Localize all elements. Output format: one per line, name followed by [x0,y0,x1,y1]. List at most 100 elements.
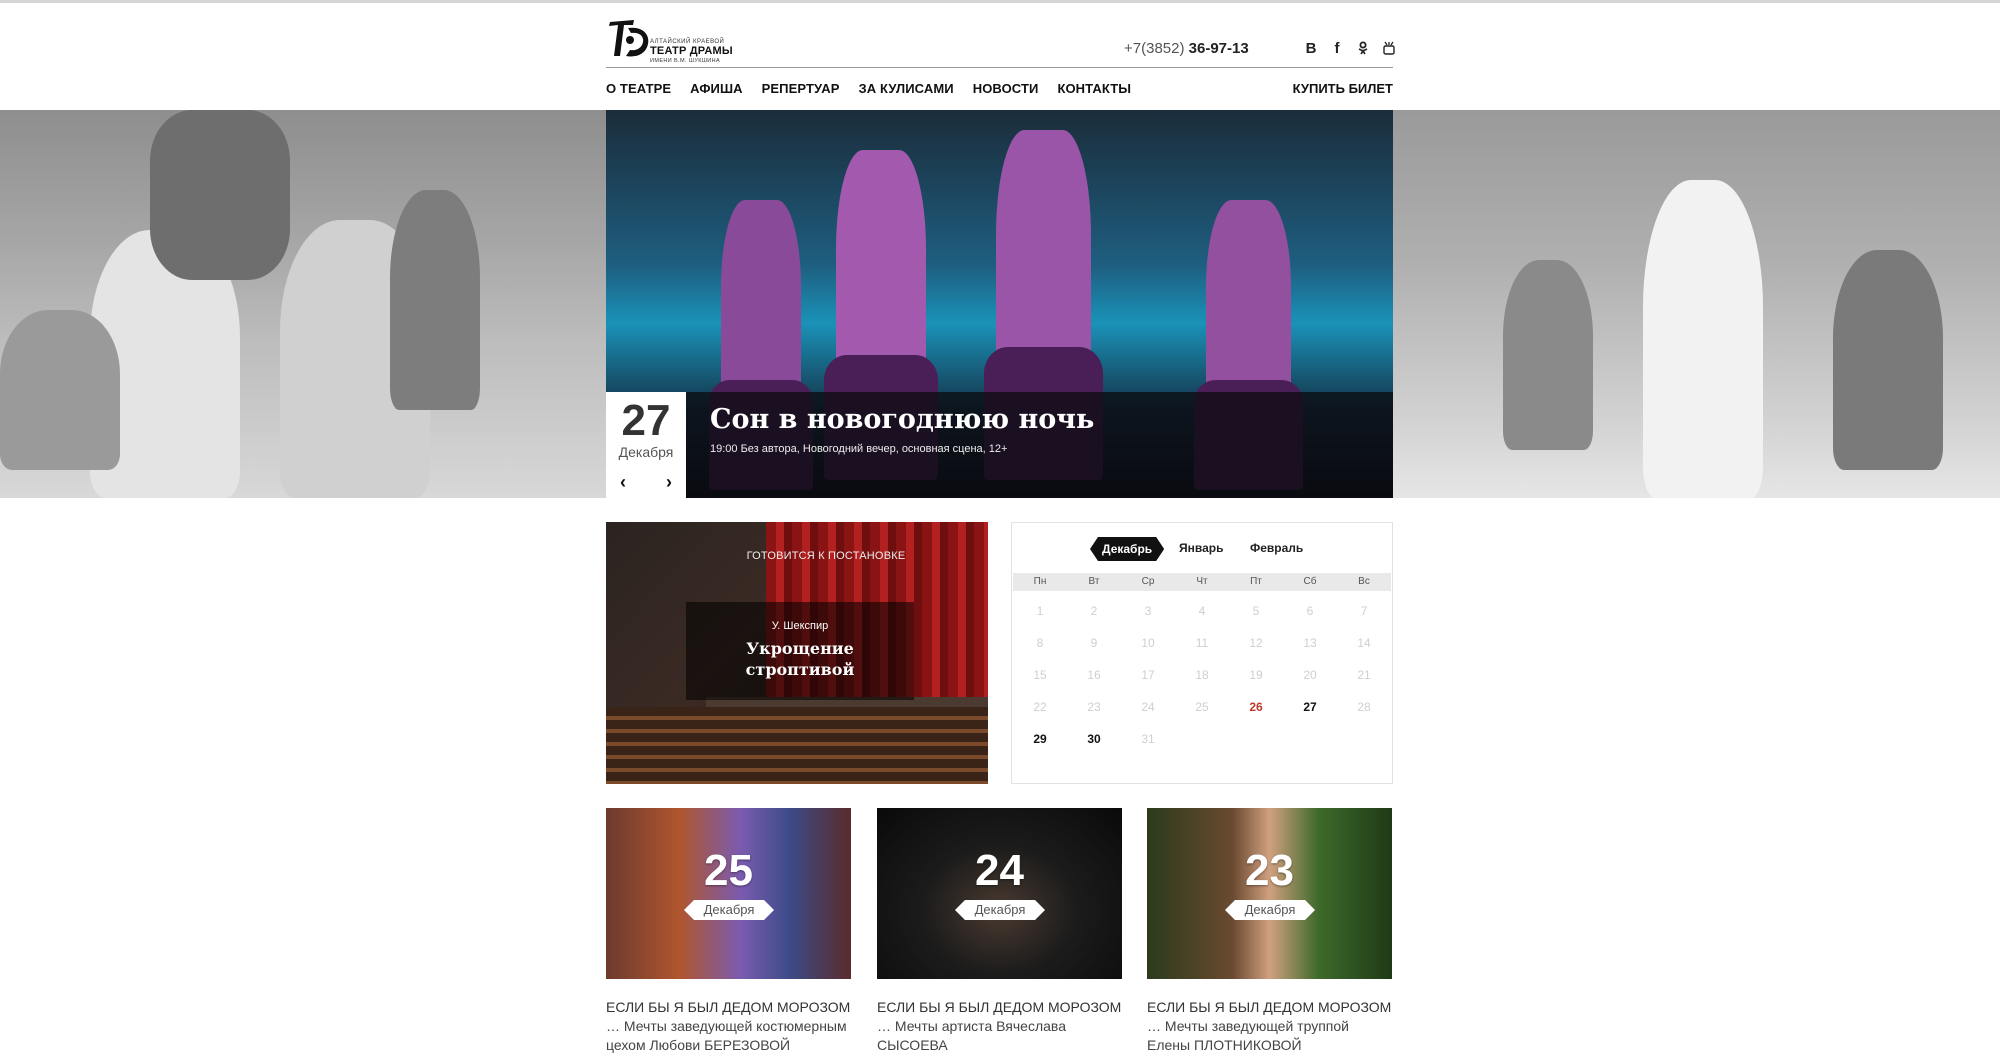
news-card[interactable]: 25 Декабря ЕСЛИ БЫ Я БЫЛ ДЕДОМ МОРОЗОМ …… [606,808,851,1063]
upcoming-production-card[interactable]: ГОТОВИТСЯ К ПОСТАНОВКЕ У. Шекспир Укроще… [606,522,988,784]
calendar-day: 28 [1357,700,1371,714]
nav-item-about[interactable]: О ТЕАТРЕ [606,81,671,103]
upcoming-author: У. Шекспир [771,620,829,632]
calendar-day[interactable]: 30 [1067,723,1121,755]
tab-december[interactable]: Декабрь [1090,537,1164,561]
hero-arrows: ‹ › [620,472,672,493]
calendar-day: 21 [1357,668,1371,682]
weekday: Вс [1358,576,1370,587]
news-card[interactable]: 24 Декабря ЕСЛИ БЫ Я БЫЛ ДЕДОМ МОРОЗОМ …… [877,808,1122,1063]
calendar-day: 4 [1198,604,1206,618]
news-headline[interactable]: ЕСЛИ БЫ Я БЫЛ ДЕДОМ МОРОЗОМ [606,998,851,1017]
nav-item-repertoire[interactable]: РЕПЕРТУАР [762,81,840,103]
upcoming-label: ГОТОВИТСЯ К ПОСТАНОВКЕ [746,550,906,562]
calendar-day: 16 [1087,668,1101,682]
calendar-day: 31 [1141,732,1155,746]
seats-image [606,707,988,784]
calendar-day: 8 [1036,636,1044,650]
facebook-icon[interactable]: f [1331,40,1343,57]
news-headline[interactable]: ЕСЛИ БЫ Я БЫЛ ДЕДОМ МОРОЗОМ [877,998,1122,1017]
upcoming-panel: У. Шекспир Укрощение строптивой [686,602,914,700]
calendar-day: 10 [1141,636,1155,650]
youtube-icon[interactable] [1383,41,1395,55]
news-image: 25 Декабря [606,808,851,979]
calendar-day: 12 [1249,636,1263,650]
news-card[interactable]: 23 Декабря ЕСЛИ БЫ Я БЫЛ ДЕДОМ МОРОЗОМ …… [1147,808,1392,1063]
weekday: Чт [1196,576,1208,587]
calendar-day: 14 [1357,636,1371,650]
logo-title: ТЕАТР ДРАМЫ [650,45,733,57]
news-month: Декабря [955,900,1045,920]
calendar-day: 6 [1306,604,1314,618]
nav-item-contacts[interactable]: КОНТАКТЫ [1057,81,1131,103]
hero-slider: 27 Декабря ‹ › Сон в новогоднюю ночь 19:… [0,110,2000,498]
news-month: Декабря [1225,900,1315,920]
nav-item-backstage[interactable]: ЗА КУЛИСАМИ [859,81,954,103]
news-month: Декабря [684,900,774,920]
odnoklassniki-icon[interactable] [1357,41,1369,55]
calendar-day: 2 [1090,604,1098,618]
news-body: … Мечты заведующей костюмерным цехом Люб… [606,1018,847,1053]
play-title-line-2: строптивой [745,660,855,679]
calendar-day: 13 [1303,636,1317,650]
weekday: Ср [1141,576,1155,587]
calendar-days: 1 2 3 4 5 6 7 8 9 10 11 12 13 14 15 16 17 18 19 20 21 22 23 24 2… [1013,595,1391,755]
chevron-right-icon[interactable]: › [666,472,672,493]
calendar-day: 11 [1195,636,1209,650]
calendar-month-tabs: Декабрь Январь Февраль [1012,537,1392,563]
vk-icon[interactable]: В [1305,40,1317,57]
calendar-day: 22 [1033,700,1047,714]
news-image: 24 Декабря [877,808,1122,979]
news-day: 23 [1245,846,1294,895]
weekday: Пн [1033,576,1047,587]
upcoming-play-title: Укрощение строптивой [686,638,914,680]
header-divider [606,67,1393,68]
calendar-day[interactable]: 29 [1013,723,1067,755]
news-body: … Мечты заведующей труппой Елены ПЛОТНИК… [1147,1018,1349,1053]
buy-ticket-link[interactable]: КУПИТЬ БИЛЕТ [1293,81,1393,96]
news-day: 24 [975,846,1024,895]
news-body: … Мечты артиста Вячеслава СЫСОЕВА [877,1018,1066,1053]
news-text: ЕСЛИ БЫ Я БЫЛ ДЕДОМ МОРОЗОМ … Мечты заве… [1147,998,1392,1055]
hero-previous-slide-image[interactable] [0,110,606,498]
weekday: Пт [1250,576,1262,587]
hero-meta: 19:00 Без автора, Новогодний вечер, осно… [710,443,1008,455]
news-image: 23 Декабря [1147,808,1392,979]
site-header: АЛТАЙСКИЙ КРАЕВОЙ ТЕАТР ДРАМЫ ИМЕНИ В.М.… [606,12,1395,110]
calendar-day: 18 [1195,668,1209,682]
event-calendar: Декабрь Январь Февраль Пн Вт Ср Чт Пт Сб… [1011,522,1393,784]
calendar-day: 15 [1033,668,1047,682]
hero-date-box: 27 Декабря ‹ › [606,392,686,498]
hero-caption: Сон в новогоднюю ночь 19:00 Без автора, … [686,392,1393,498]
calendar-day: 1 [1036,604,1044,618]
calendar-day: 9 [1090,636,1098,650]
main-nav: О ТЕАТРЕ АФИША РЕПЕРТУАР ЗА КУЛИСАМИ НОВ… [606,81,1150,103]
hero-next-slide-image[interactable] [1393,110,2000,498]
tab-february[interactable]: Февраль [1250,541,1303,555]
nav-item-afisha[interactable]: АФИША [690,81,742,103]
social-links: В f [1305,38,1395,58]
tab-january[interactable]: Январь [1179,541,1223,555]
news-headline[interactable]: ЕСЛИ БЫ Я БЫЛ ДЕДОМ МОРОЗОМ [1147,998,1392,1017]
hero-title[interactable]: Сон в новогоднюю ночь [710,404,1094,435]
weekday: Вт [1088,576,1100,587]
news-text: ЕСЛИ БЫ Я БЫЛ ДЕДОМ МОРОЗОМ … Мечты заве… [606,998,851,1055]
calendar-day: 19 [1249,668,1263,682]
calendar-day: 17 [1141,668,1155,682]
phone-main: 36-97-13 [1188,40,1249,57]
weekday: Сб [1303,576,1317,587]
hero-day: 27 [621,396,671,445]
hero-current-slide[interactable]: 27 Декабря ‹ › Сон в новогоднюю ночь 19:… [606,110,1393,498]
chevron-left-icon[interactable]: ‹ [620,472,626,493]
hero-month: Декабря [618,444,674,460]
theatre-logo[interactable]: АЛТАЙСКИЙ КРАЕВОЙ ТЕАТР ДРАМЫ ИМЕНИ В.М.… [606,16,733,66]
calendar-day: 24 [1141,700,1155,714]
calendar-day[interactable]: 26 [1229,691,1283,723]
phone-number[interactable]: +7(3852) 36-97-13 [1124,40,1249,57]
calendar-day: 3 [1144,604,1152,618]
calendar-weekdays: Пн Вт Ср Чт Пт Сб Вс [1013,573,1391,591]
news-text: ЕСЛИ БЫ Я БЫЛ ДЕДОМ МОРОЗОМ … Мечты арти… [877,998,1122,1055]
calendar-day: 25 [1195,700,1209,714]
nav-item-news[interactable]: НОВОСТИ [973,81,1039,103]
calendar-day[interactable]: 27 [1283,691,1337,723]
